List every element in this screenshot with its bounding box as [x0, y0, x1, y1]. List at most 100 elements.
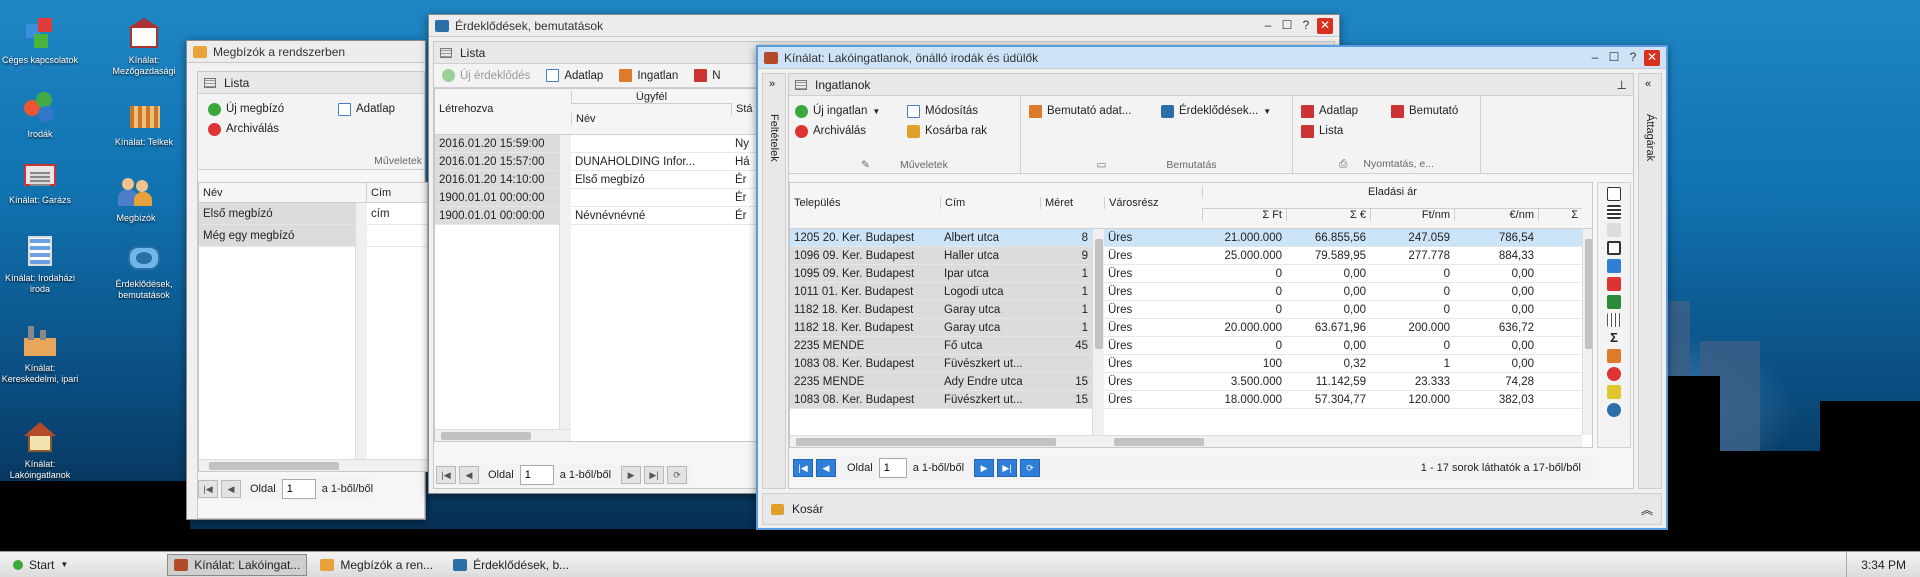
taskbar-item-kinalat[interactable]: Kínálat: Lakóingat...: [167, 553, 308, 576]
horizontal-scrollbar[interactable]: [435, 429, 571, 441]
add-to-cart-button[interactable]: Kosárba rak: [907, 122, 987, 140]
group-icon[interactable]: [1607, 367, 1621, 381]
print-showing-button[interactable]: Bemutató: [1391, 102, 1458, 120]
column-header-created[interactable]: Létrehozva: [435, 103, 571, 115]
window-titlebar[interactable]: Megbízók a rendszerben: [187, 41, 425, 63]
table-row[interactable]: 2235 MENDE Fő utca 45 Üres 0 0,00 0 0,00: [790, 337, 1592, 355]
first-page-button[interactable]: |◀: [436, 466, 456, 484]
table-icon[interactable]: [1607, 313, 1621, 327]
column-header-size[interactable]: Méret: [1040, 197, 1092, 209]
columns-icon[interactable]: [1607, 205, 1621, 219]
table-row[interactable]: 1096 09. Ker. Budapest Haller utca 9 Üres 25…: [790, 247, 1592, 265]
column-header-address[interactable]: Cím: [367, 183, 427, 203]
refresh-button[interactable]: ⟳: [1020, 459, 1041, 477]
clients-table[interactable]: Név Cím Első megbízó cím Még egy megbízó: [198, 182, 428, 472]
window-megbizok[interactable]: Megbízók a rendszerben Lista Új megbízó …: [186, 40, 428, 520]
table-row[interactable]: 2016.01.20 14:10:00 Első megbízó Ér: [435, 171, 763, 189]
column-header-district[interactable]: Városrész: [1104, 197, 1202, 209]
table-row[interactable]: 1900.01.01 00:00:00 Névnévnévné Ér: [435, 207, 763, 225]
desktop-icon-kinalat-lakoingatlanok[interactable]: Kínálat: Lakóingatlanok: [0, 418, 80, 481]
prev-page-button[interactable]: ◀: [459, 466, 479, 484]
help-button[interactable]: ?: [1625, 50, 1641, 66]
table-row[interactable]: 1182 18. Ker. Budapest Garay utca 1 Üres 0 0,…: [790, 301, 1592, 319]
horizontal-scrollbar[interactable]: [199, 459, 427, 471]
archive-button[interactable]: Archiválás: [795, 122, 866, 140]
table-row[interactable]: 1095 09. Ker. Budapest Ipar utca 1 Üres 0 0,0…: [790, 265, 1592, 283]
table-row[interactable]: 1205 20. Ker. Budapest Albert utca 8 Üres 21…: [790, 229, 1592, 247]
cart-panel[interactable]: Kosár ︽: [762, 493, 1662, 525]
vertical-scrollbar[interactable]: [355, 203, 367, 459]
desktop-icon-kinalat-mezogazdasagi[interactable]: Kínálat: Mezőgazdasági: [104, 14, 184, 77]
print-datasheet-button[interactable]: Adatlap: [1301, 102, 1358, 120]
column-header-name[interactable]: Név: [571, 113, 731, 125]
new-inquiry-button[interactable]: Új érdeklődés: [442, 67, 530, 85]
showing-data-button[interactable]: Bemutató adat...: [1029, 102, 1131, 120]
vertical-scrollbar[interactable]: [1582, 229, 1592, 435]
property-button[interactable]: Ingatlan: [619, 67, 678, 85]
column-header-name[interactable]: Név: [199, 183, 367, 203]
window-kinalat[interactable]: Kínálat: Lakóingatlanok, önálló irodák é…: [756, 45, 1668, 530]
desktop-icon-kinalat-kereskedelmi[interactable]: Kínálat: Kereskedelmi, ipari: [0, 322, 80, 385]
maximize-button[interactable]: ☐: [1606, 50, 1622, 66]
window-titlebar[interactable]: Érdeklődések, bemutatások – ☐ ? ✕: [429, 15, 1339, 37]
help-button[interactable]: ?: [1298, 18, 1314, 34]
desktop-icon-erdeklodesek[interactable]: Érdeklődések, bemutatások: [104, 238, 184, 301]
prev-page-button[interactable]: ◀: [221, 480, 241, 498]
horizontal-scrollbar-left[interactable]: [790, 435, 1104, 447]
excel-icon[interactable]: [1607, 295, 1621, 309]
desktop-icon-megbizok[interactable]: Megbízók: [96, 172, 176, 224]
page-input[interactable]: [878, 458, 907, 478]
print-list-button[interactable]: Lista: [1301, 122, 1343, 140]
maximize-button[interactable]: ☐: [1279, 18, 1295, 34]
first-page-button[interactable]: |◀: [198, 480, 218, 498]
column-header-street[interactable]: Cím: [940, 197, 1040, 209]
table-row[interactable]: 2016.01.20 15:57:00 DUNAHOLDING Infor... H…: [435, 153, 763, 171]
filters-sidebar-tab[interactable]: » Feltételek: [762, 73, 786, 489]
table-row[interactable]: 1900.01.01 00:00:00 Ér: [435, 189, 763, 207]
sort-icon[interactable]: [1607, 349, 1621, 363]
column-header-total-ft[interactable]: Σ Ft: [1202, 208, 1286, 221]
minimize-button[interactable]: –: [1260, 18, 1276, 34]
desktop-icon-kinalat-irodahazi-iroda[interactable]: Kínálat: Irodaházi iroda: [0, 232, 80, 295]
column-header-extra-sum[interactable]: Σ: [1538, 208, 1582, 221]
clock[interactable]: 3:34 PM: [1861, 558, 1906, 572]
page-input[interactable]: [519, 465, 554, 485]
new-client-button[interactable]: Új megbízó: [208, 100, 284, 118]
close-button[interactable]: ✕: [1317, 17, 1333, 34]
column-header-total-eur[interactable]: Σ €: [1286, 208, 1370, 221]
pdf-icon[interactable]: [1607, 277, 1621, 291]
datasheet-button[interactable]: Adatlap: [546, 67, 603, 85]
refresh-button[interactable]: ⟳: [667, 466, 688, 484]
page-input[interactable]: [281, 479, 316, 499]
table-row[interactable]: 2235 MENDE Ady Endre utca 15 Üres 3.500.000 1…: [790, 373, 1592, 391]
table-row[interactable]: Még egy megbízó: [199, 225, 427, 247]
modify-button[interactable]: Módosítás: [907, 102, 978, 120]
table-row[interactable]: 1011 01. Ker. Budapest Logodi utca 1 Üres 0 0…: [790, 283, 1592, 301]
datasheet-button[interactable]: Adatlap: [338, 100, 395, 118]
desktop-icon-ceges-kapcsolatok[interactable]: Céges kapcsolatok: [0, 14, 80, 66]
column-header-ft-per-sqm[interactable]: Ft/nm: [1370, 208, 1454, 221]
sum-icon[interactable]: Σ: [1607, 331, 1621, 345]
start-button[interactable]: Start ▼: [6, 554, 75, 576]
taskbar-item-megbizok[interactable]: Megbízók a ren...: [313, 554, 440, 576]
next-page-button[interactable]: ▶: [974, 459, 995, 477]
minimize-button[interactable]: –: [1587, 50, 1603, 66]
summary-sidebar-tab[interactable]: « Áttagárak: [1638, 73, 1662, 489]
table-row[interactable]: 2016.01.20 15:59:00 Ny: [435, 135, 763, 153]
print-button[interactable]: N: [694, 67, 721, 85]
copy-icon[interactable]: [1607, 223, 1621, 237]
new-property-button[interactable]: Új ingatlan ▼: [795, 102, 880, 120]
inquiries-button[interactable]: Érdeklődések... ▼: [1161, 102, 1271, 120]
desktop-icon-kinalat-garazs[interactable]: Kínálat: Garázs: [0, 154, 80, 206]
table-row[interactable]: 1083 08. Ker. Budapest Füvészkert ut... 15…: [790, 391, 1592, 409]
prev-page-button[interactable]: ◀: [816, 459, 836, 477]
last-page-button[interactable]: ▶|: [997, 459, 1018, 477]
window-icon[interactable]: [1607, 241, 1621, 255]
inquiries-table[interactable]: Létrehozva Ügyfél Név Stá 2016.01.20 15:…: [434, 88, 764, 442]
grid-view-icon[interactable]: [1607, 187, 1621, 201]
column-header-settlement[interactable]: Település: [790, 197, 940, 209]
taskbar-item-erdeklodesek[interactable]: Érdeklődések, b...: [446, 554, 576, 576]
first-page-button[interactable]: |◀: [793, 459, 813, 477]
table-row[interactable]: 1083 08. Ker. Budapest Füvészkert ut... Ür…: [790, 355, 1592, 373]
vertical-scrollbar-left[interactable]: [1092, 229, 1104, 435]
